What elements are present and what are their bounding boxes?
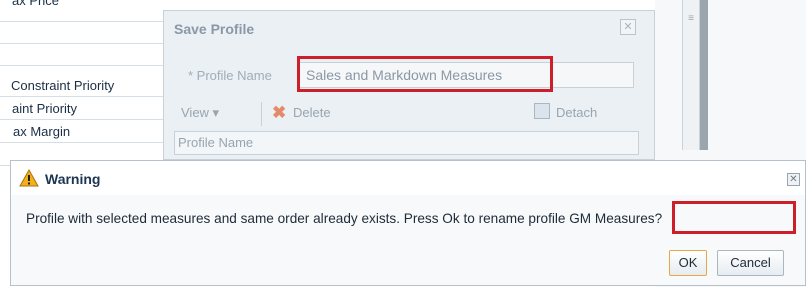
cancel-button[interactable]: Cancel [717, 250, 784, 276]
list-item[interactable]: ax Price [0, 0, 165, 22]
scrollbar-thumb[interactable] [700, 0, 708, 150]
dialog-title: Save Profile [174, 21, 255, 37]
grip-icon: ≡ [688, 13, 694, 24]
profile-name-highlight [297, 56, 553, 92]
warning-title: Warning [45, 171, 101, 187]
list-item[interactable] [0, 44, 165, 66]
warning-icon [19, 169, 39, 187]
list-item[interactable]: aint Priority [0, 98, 165, 120]
close-icon[interactable]: ✕ [787, 173, 800, 186]
detach-button[interactable]: Detach [556, 105, 597, 120]
toolbar-divider [261, 102, 262, 126]
delete-icon[interactable]: ✖ [272, 103, 286, 123]
delete-button[interactable]: Delete [293, 105, 331, 120]
view-menu-button[interactable]: View ▾ [181, 105, 219, 121]
warning-header: Warning ✕ [11, 161, 805, 195]
profile-rename-highlight [672, 201, 796, 234]
list-item[interactable] [0, 22, 165, 44]
list-item[interactable]: ax Margin [0, 121, 165, 143]
list-item[interactable]: Constraint Priority [0, 75, 165, 97]
ok-button[interactable]: OK [669, 250, 707, 276]
profile-name-column-header[interactable]: Profile Name [174, 131, 639, 155]
detach-icon[interactable] [534, 103, 550, 119]
close-icon[interactable]: ✕ [620, 19, 636, 35]
warning-message: Profile with selected measures and same … [26, 211, 663, 226]
profile-toolbar: View ▾ ✖ Delete Detach [174, 99, 646, 129]
profile-name-label: * Profile Name [188, 68, 272, 83]
